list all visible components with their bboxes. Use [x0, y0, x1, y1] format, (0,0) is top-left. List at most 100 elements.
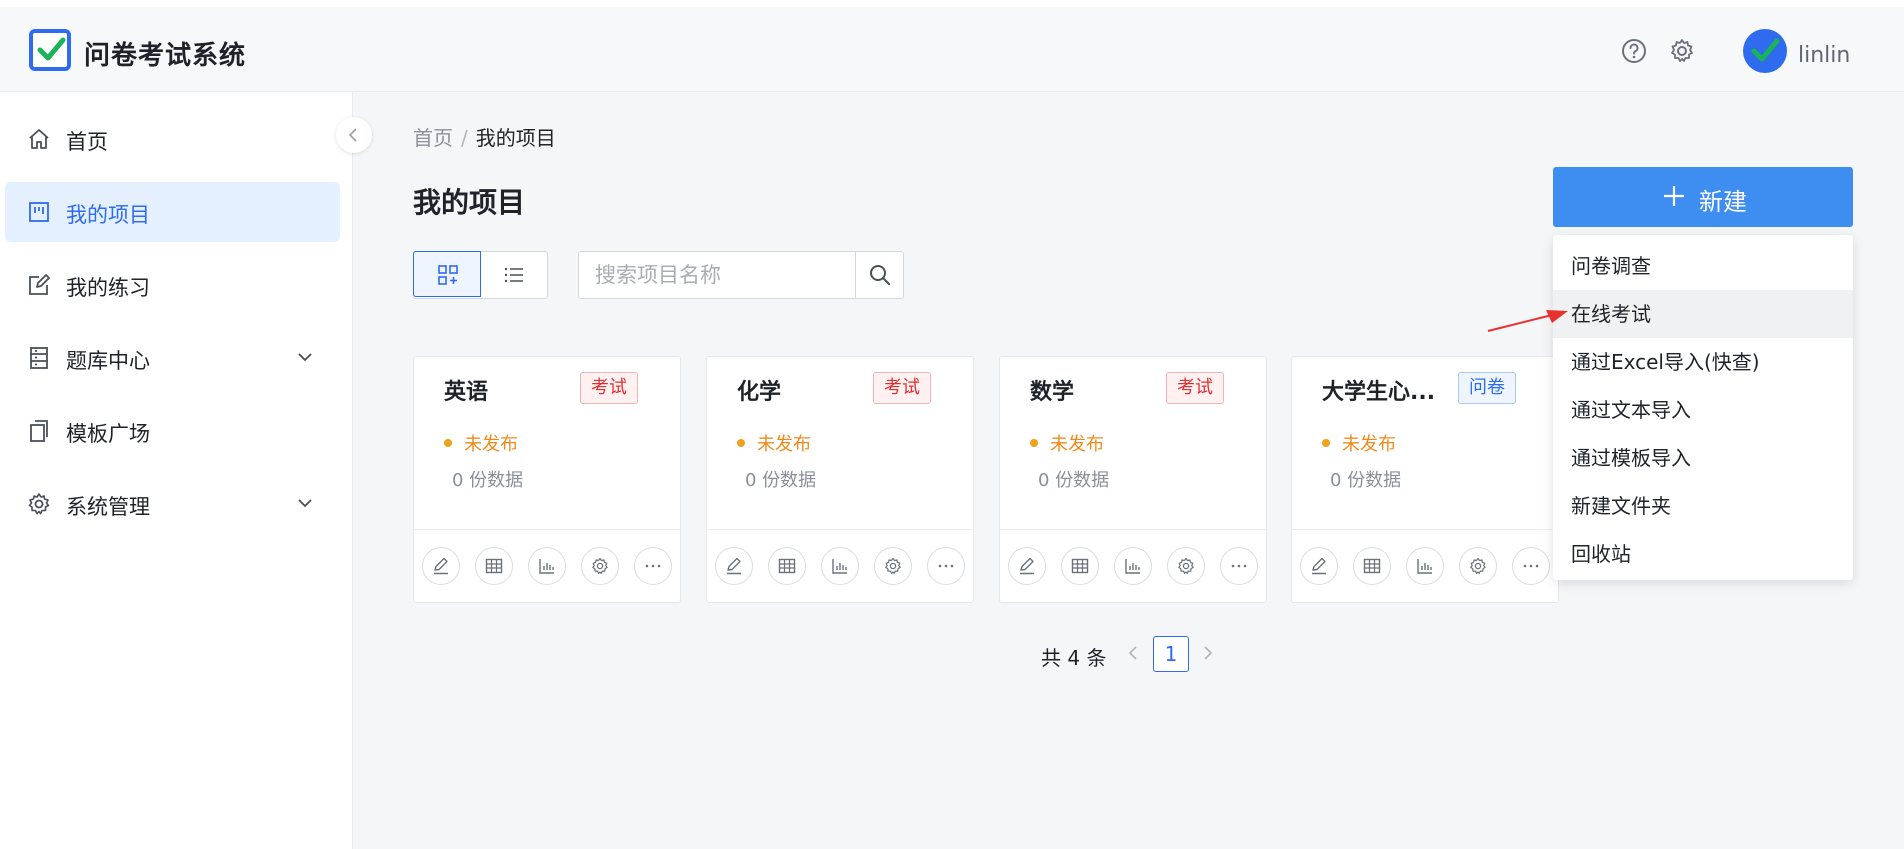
card-title: 大学生心... [1322, 380, 1436, 405]
more-button[interactable] [927, 547, 965, 585]
menu-item-import-template[interactable]: 通过模板导入 [1553, 434, 1853, 482]
database-icon [30, 347, 48, 369]
settings-icon[interactable] [1668, 37, 1696, 65]
gear-icon [1178, 557, 1194, 574]
sidebar-item-templates[interactable]: 模板广场 [5, 401, 340, 461]
help-icon[interactable] [1620, 37, 1648, 65]
settings-button[interactable] [1459, 547, 1497, 585]
bar-chart-icon [539, 559, 554, 574]
menu-item-import-text[interactable]: 通过文本导入 [1553, 386, 1853, 434]
menu-item-recycle-bin[interactable]: 回收站 [1553, 530, 1853, 578]
bar-chart-icon [1417, 559, 1432, 574]
status-dot [1322, 439, 1330, 447]
edit-icon [727, 557, 741, 575]
status-text: 未发布 [464, 434, 518, 455]
project-card[interactable]: 大学生心... 问卷 未发布 0 份数据 [1291, 356, 1559, 603]
statistics-button[interactable] [1406, 547, 1444, 585]
more-button[interactable] [634, 547, 672, 585]
more-button[interactable] [1220, 547, 1258, 585]
breadcrumb: 首页 / 我的项目 [413, 122, 556, 151]
status-badge: 未发布 [444, 430, 518, 456]
sidebar-item-label: 我的项目 [66, 203, 150, 227]
project-card[interactable]: 英语 考试 未发布 0 份数据 [413, 356, 681, 603]
statistics-button[interactable] [1114, 547, 1152, 585]
bar-chart-icon [1125, 559, 1140, 574]
type-tag: 考试 [873, 372, 931, 404]
grid-icon [438, 265, 458, 285]
annotation-arrow-icon [1487, 310, 1568, 332]
chevron-right-icon[interactable] [1198, 644, 1216, 662]
edit-button[interactable] [1300, 547, 1338, 585]
more-icon [938, 564, 954, 568]
data-table-button[interactable] [1061, 547, 1099, 585]
new-button[interactable]: 新建 [1553, 167, 1853, 227]
copy-icon [30, 420, 48, 442]
sidebar-item-label: 题库中心 [66, 349, 150, 373]
plus-icon [1664, 186, 1684, 206]
status-badge: 未发布 [737, 430, 811, 456]
search-input[interactable] [579, 252, 857, 298]
menu-item-survey[interactable]: 问卷调查 [1553, 242, 1853, 290]
edit-button[interactable] [1008, 547, 1046, 585]
gear-icon [592, 557, 608, 574]
statistics-button[interactable] [528, 547, 566, 585]
view-toggle [413, 251, 548, 299]
project-card[interactable]: 化学 考试 未发布 0 份数据 [706, 356, 974, 603]
sidebar-item-home[interactable]: 首页 [5, 109, 340, 169]
settings-button[interactable] [874, 547, 912, 585]
page-number[interactable]: 1 [1153, 636, 1189, 672]
divider [1000, 529, 1266, 530]
more-button[interactable] [1512, 547, 1550, 585]
menu-item-new-folder[interactable]: 新建文件夹 [1553, 482, 1853, 530]
bar-chart-icon [832, 559, 847, 574]
divider [1292, 529, 1558, 530]
card-title: 数学 [1030, 380, 1075, 405]
breadcrumb-current: 我的项目 [475, 126, 556, 150]
settings-button[interactable] [581, 547, 619, 585]
grid-view-button[interactable] [413, 251, 481, 297]
data-table-button[interactable] [1353, 547, 1391, 585]
username[interactable]: linlin [1798, 43, 1850, 68]
status-badge: 未发布 [1322, 430, 1396, 456]
card-actions [1008, 547, 1258, 585]
new-dropdown-menu: 问卷调查 在线考试 通过Excel导入(快查) 通过文本导入 通过模板导入 新建… [1553, 235, 1853, 580]
sidebar-item-system[interactable]: 系统管理 [5, 474, 340, 534]
search-icon [870, 265, 890, 285]
gear-icon [885, 557, 901, 574]
breadcrumb-home[interactable]: 首页 [413, 126, 453, 150]
board-icon [29, 202, 49, 222]
data-count: 0 份数据 [745, 470, 817, 491]
status-text: 未发布 [1050, 434, 1104, 455]
user-avatar[interactable] [1743, 29, 1787, 73]
search-button[interactable] [855, 252, 903, 298]
menu-item-import-excel[interactable]: 通过Excel导入(快查) [1553, 338, 1853, 386]
status-dot [444, 439, 452, 447]
divider [707, 529, 973, 530]
gear-icon [1470, 557, 1486, 574]
type-tag: 问卷 [1458, 372, 1516, 404]
pagination-total: 共 4 条 [1041, 646, 1107, 670]
card-title: 英语 [444, 380, 489, 405]
sidebar-item-my-practice[interactable]: 我的练习 [5, 255, 340, 315]
more-icon [645, 564, 661, 568]
sidebar-collapse-button[interactable] [336, 117, 372, 153]
edit-button[interactable] [422, 547, 460, 585]
divider [414, 529, 680, 530]
menu-item-online-exam[interactable]: 在线考试 [1553, 290, 1853, 338]
data-table-button[interactable] [475, 547, 513, 585]
data-table-button[interactable] [768, 547, 806, 585]
sidebar-item-question-bank[interactable]: 题库中心 [5, 328, 340, 388]
statistics-button[interactable] [821, 547, 859, 585]
top-header: 问卷考试系统 linlin [0, 0, 1904, 92]
project-card[interactable]: 数学 考试 未发布 0 份数据 [999, 356, 1267, 603]
status-dot [737, 439, 745, 447]
sidebar-item-label: 系统管理 [66, 495, 150, 519]
chevron-left-icon [348, 128, 357, 142]
app-logo[interactable] [29, 29, 71, 71]
status-text: 未发布 [1342, 434, 1396, 455]
edit-button[interactable] [715, 547, 753, 585]
sidebar-item-my-projects[interactable]: 我的项目 [5, 182, 340, 242]
more-icon [1523, 564, 1539, 568]
chevron-left-icon[interactable] [1125, 644, 1143, 662]
settings-button[interactable] [1167, 547, 1205, 585]
